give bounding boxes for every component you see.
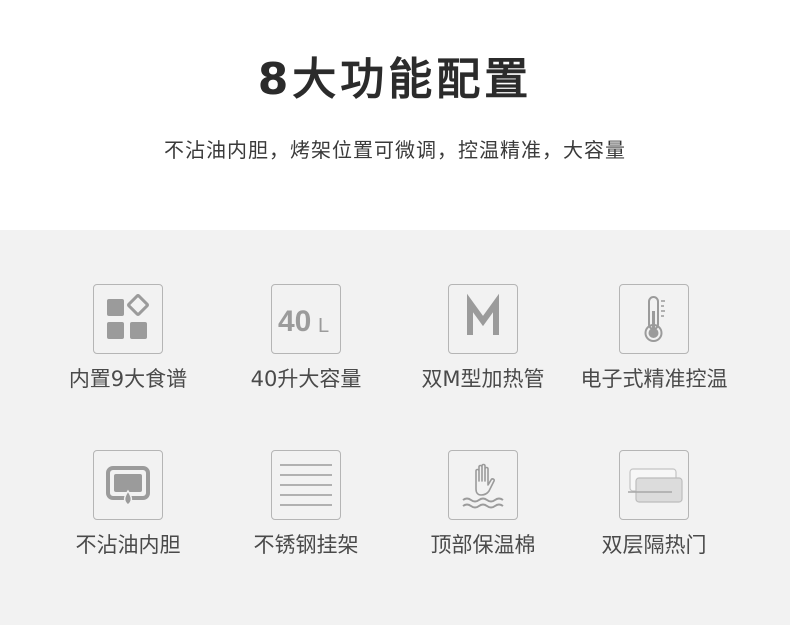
features-grid: 内置9大食谱 40 L 40升大容量 双M型加热管 电子式精准控温 不沾油内胆 …: [0, 230, 790, 625]
recipe-grid-icon: [93, 284, 163, 354]
page-subtitle: 不沾油内胆，烤架位置可微调，控温精准，大容量: [164, 138, 626, 162]
feature-label: 不锈钢挂架: [253, 533, 359, 557]
feature-steel-rack: 不锈钢挂架: [216, 450, 396, 590]
steel-rack-icon: [271, 450, 341, 520]
insulation-hand-icon: [448, 450, 518, 520]
double-door-icon: [619, 450, 689, 520]
svg-text:40: 40: [278, 305, 311, 338]
non-stick-liner-icon: [93, 450, 163, 520]
feature-recipes: 内置9大食谱: [38, 284, 218, 424]
feature-label: 内置9大食谱: [68, 367, 188, 391]
feature-label: 双层隔热门: [601, 533, 707, 557]
feature-double-door: 双层隔热门: [564, 450, 744, 590]
feature-heating-tube: 双M型加热管: [393, 284, 573, 424]
feature-label: 40升大容量: [250, 367, 362, 391]
feature-capacity: 40 L 40升大容量: [216, 284, 396, 424]
feature-label: 顶部保温棉: [430, 533, 536, 557]
feature-insulation: 顶部保温棉: [393, 450, 573, 590]
feature-label: 电子式精准控温: [580, 367, 728, 391]
svg-text:L: L: [318, 315, 329, 337]
capacity-40l-icon: 40 L: [271, 284, 341, 354]
feature-non-stick: 不沾油内胆: [38, 450, 218, 590]
page-title: 8大功能配置: [257, 54, 533, 105]
feature-label: 不沾油内胆: [75, 533, 181, 557]
feature-temperature: 电子式精准控温: [564, 284, 744, 424]
feature-label: 双M型加热管: [421, 367, 545, 391]
section-header: 8大功能配置 不沾油内胆，烤架位置可微调，控温精准，大容量: [0, 0, 790, 230]
m-heating-tube-icon: [448, 284, 518, 354]
thermometer-icon: [619, 284, 689, 354]
